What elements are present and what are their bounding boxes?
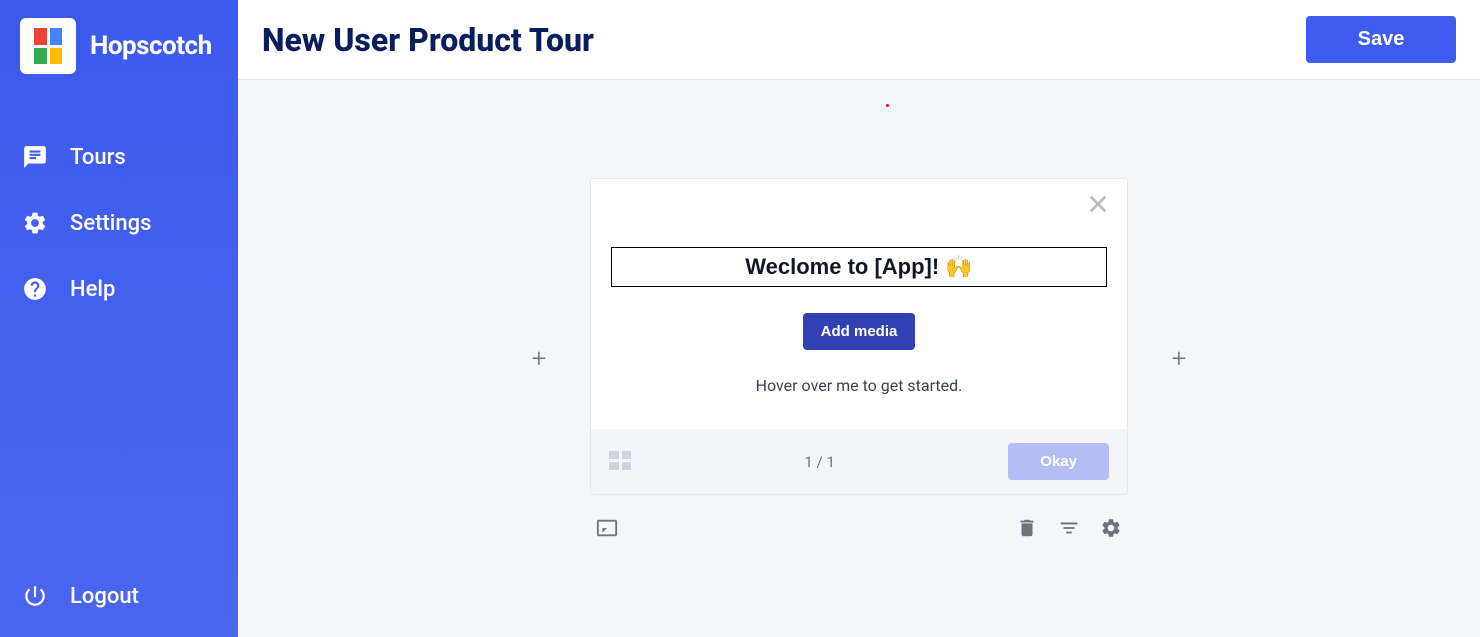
marker-dot [886, 104, 889, 107]
page-title: New User Product Tour [262, 21, 594, 59]
sidebar-item-settings[interactable]: Settings [0, 190, 238, 256]
sidebar-item-tours[interactable]: Tours [0, 124, 238, 190]
step-column: Add media Hover over me to get started. … [590, 178, 1128, 539]
help-icon [22, 276, 48, 302]
step-row: + Add media Hover over me to get started… [524, 178, 1194, 539]
brand-mark-icon [609, 451, 631, 473]
step-body-text[interactable]: Hover over me to get started. [611, 376, 1107, 395]
brand-logo-icon [20, 18, 76, 74]
target-icon[interactable] [596, 517, 618, 539]
gear-icon [22, 210, 48, 236]
settings-icon[interactable] [1100, 517, 1122, 539]
brand-logo[interactable]: Hopscotch [0, 18, 238, 74]
editor-canvas: + Add media Hover over me to get started… [238, 80, 1480, 637]
trash-icon[interactable] [1016, 517, 1038, 539]
step-card: Add media Hover over me to get started. … [590, 178, 1128, 495]
step-title-input[interactable] [611, 247, 1107, 287]
add-media-button[interactable]: Add media [803, 313, 916, 350]
close-icon [1087, 193, 1109, 215]
okay-button[interactable]: Okay [1008, 443, 1109, 480]
sidebar-item-label: Tours [70, 145, 126, 170]
save-button[interactable]: Save [1306, 16, 1456, 63]
close-button[interactable] [1087, 193, 1109, 219]
header: New User Product Tour Save [238, 0, 1480, 80]
add-step-after-button[interactable]: + [1164, 344, 1194, 374]
chat-icon [22, 144, 48, 170]
sidebar-logout[interactable]: Logout [0, 563, 238, 629]
add-step-before-button[interactable]: + [524, 344, 554, 374]
step-card-footer: 1 / 1 Okay [591, 429, 1127, 494]
brand-name: Hopscotch [90, 31, 212, 61]
step-pager: 1 / 1 [804, 453, 835, 471]
logout-label: Logout [70, 584, 139, 609]
step-toolbar [590, 517, 1128, 539]
step-card-body: Add media Hover over me to get started. [591, 179, 1127, 429]
filter-icon[interactable] [1058, 517, 1080, 539]
main-area: New User Product Tour Save + Add media H… [238, 0, 1480, 637]
sidebar: Hopscotch Tours Settings Help Logout [0, 0, 238, 637]
sidebar-item-label: Help [70, 277, 115, 302]
power-icon [22, 583, 48, 609]
sidebar-item-help[interactable]: Help [0, 256, 238, 322]
sidebar-nav: Tours Settings Help [0, 124, 238, 563]
sidebar-item-label: Settings [70, 211, 151, 236]
